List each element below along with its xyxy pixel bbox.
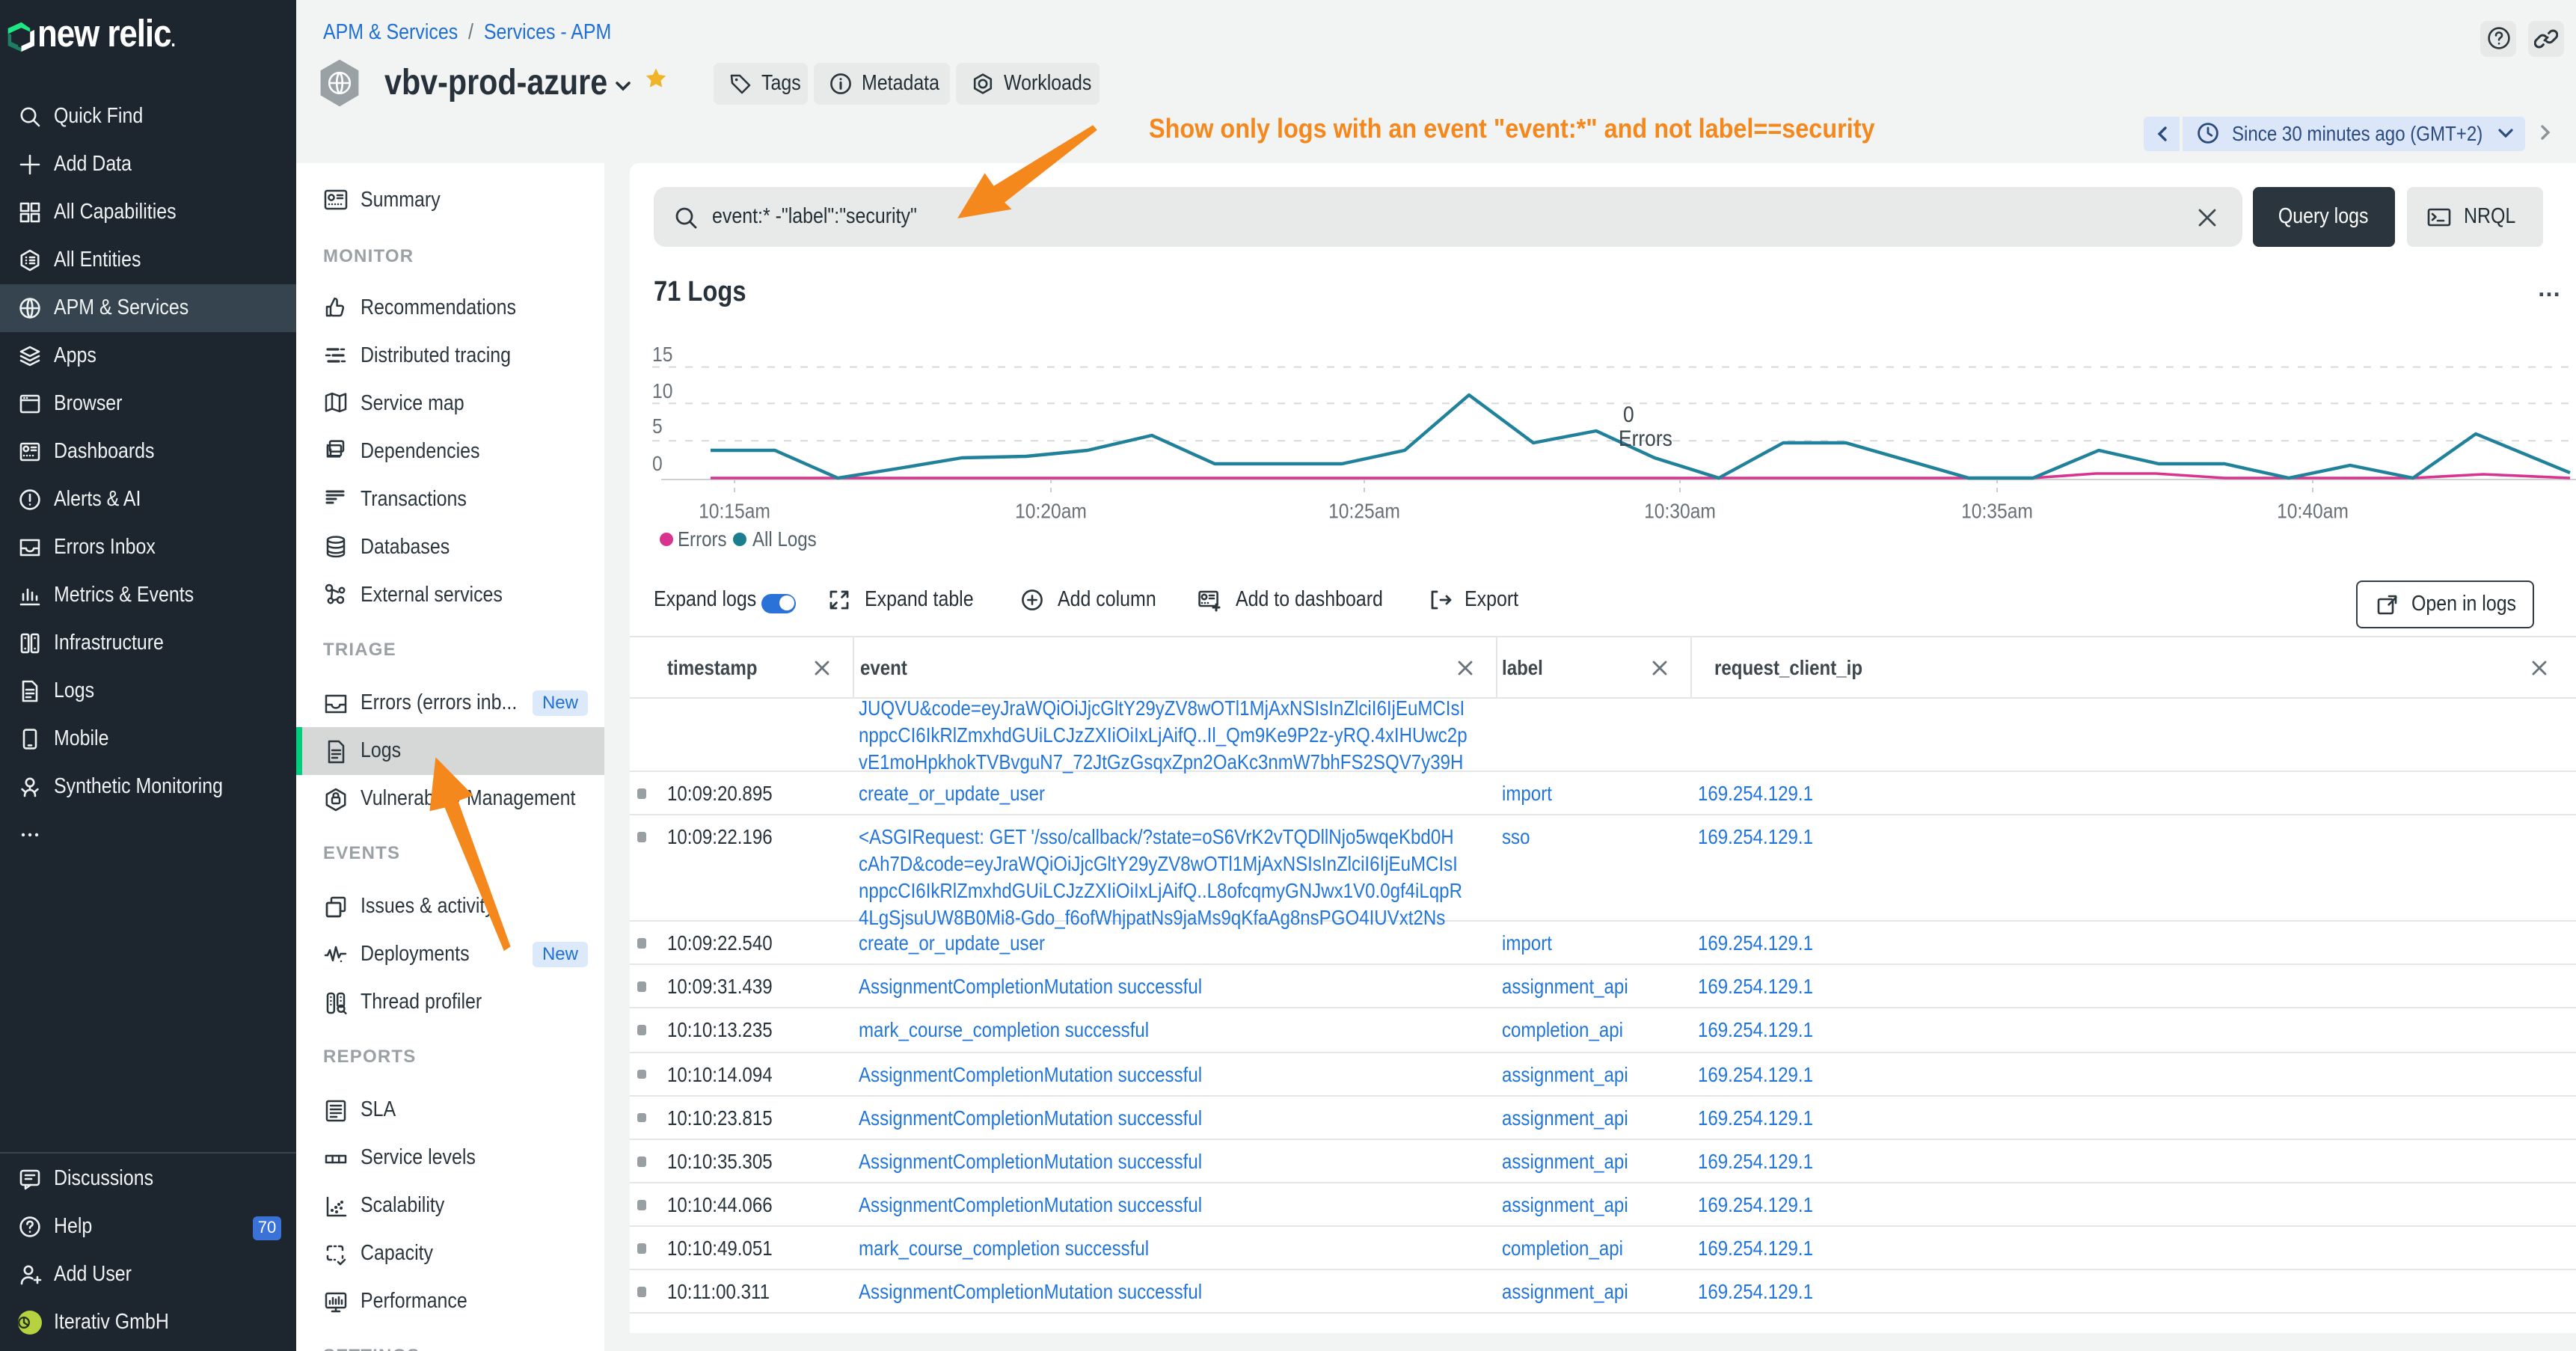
svg-text:Errors: Errors <box>1619 425 1672 450</box>
svg-text:10: 10 <box>652 379 672 402</box>
svg-text:10:25am: 10:25am <box>1328 498 1400 522</box>
svg-text:10:15am: 10:15am <box>699 498 770 522</box>
svg-text:0: 0 <box>652 451 663 475</box>
svg-text:5: 5 <box>652 414 663 438</box>
svg-text:10:30am: 10:30am <box>1644 498 1716 522</box>
svg-text:10:35am: 10:35am <box>1961 498 2033 522</box>
svg-text:10:40am: 10:40am <box>2277 498 2349 522</box>
svg-text:15: 15 <box>652 342 672 366</box>
svg-text:0: 0 <box>1623 401 1634 426</box>
svg-text:10:20am: 10:20am <box>1015 498 1087 522</box>
